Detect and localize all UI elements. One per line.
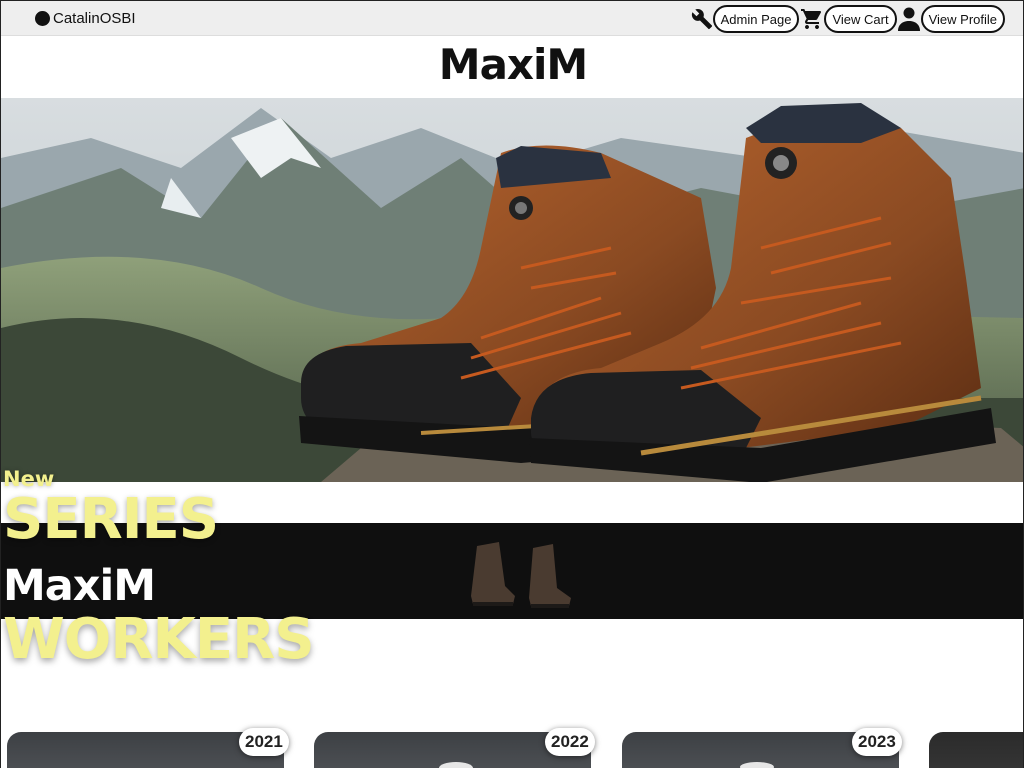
- page: CatalinOSBI Admin Page View Cart View Pr…: [0, 0, 1024, 768]
- top-nav: Admin Page View Cart View Profile: [691, 5, 1005, 33]
- promo-workers-label: WORKERS: [3, 607, 315, 672]
- admin-page-button[interactable]: Admin Page: [712, 5, 800, 33]
- collection-year-badge: 2021: [239, 728, 289, 756]
- workers-boots-image: [471, 542, 571, 608]
- promo-series-label: SERIES: [3, 487, 219, 552]
- user-info: CatalinOSBI: [35, 10, 136, 27]
- username: CatalinOSBI: [53, 10, 136, 27]
- user-icon[interactable]: [897, 7, 920, 31]
- hero-banner-image: [1, 98, 1023, 482]
- view-cart-button[interactable]: View Cart: [824, 5, 897, 33]
- avatar-dot-icon: [35, 11, 50, 26]
- collection-year-badge: 2022: [545, 728, 595, 756]
- promo-maxim-label: MaxiM: [3, 561, 156, 611]
- collection-year-badge: 2023: [852, 728, 902, 756]
- top-bar: CatalinOSBI Admin Page View Cart View Pr…: [1, 0, 1023, 36]
- view-profile-button[interactable]: View Profile: [920, 5, 1005, 33]
- wrench-icon[interactable]: [691, 7, 713, 31]
- collection-card[interactable]: [929, 732, 1023, 768]
- brand-logo[interactable]: MaxiM: [1, 40, 1023, 89]
- cart-icon[interactable]: [800, 7, 824, 31]
